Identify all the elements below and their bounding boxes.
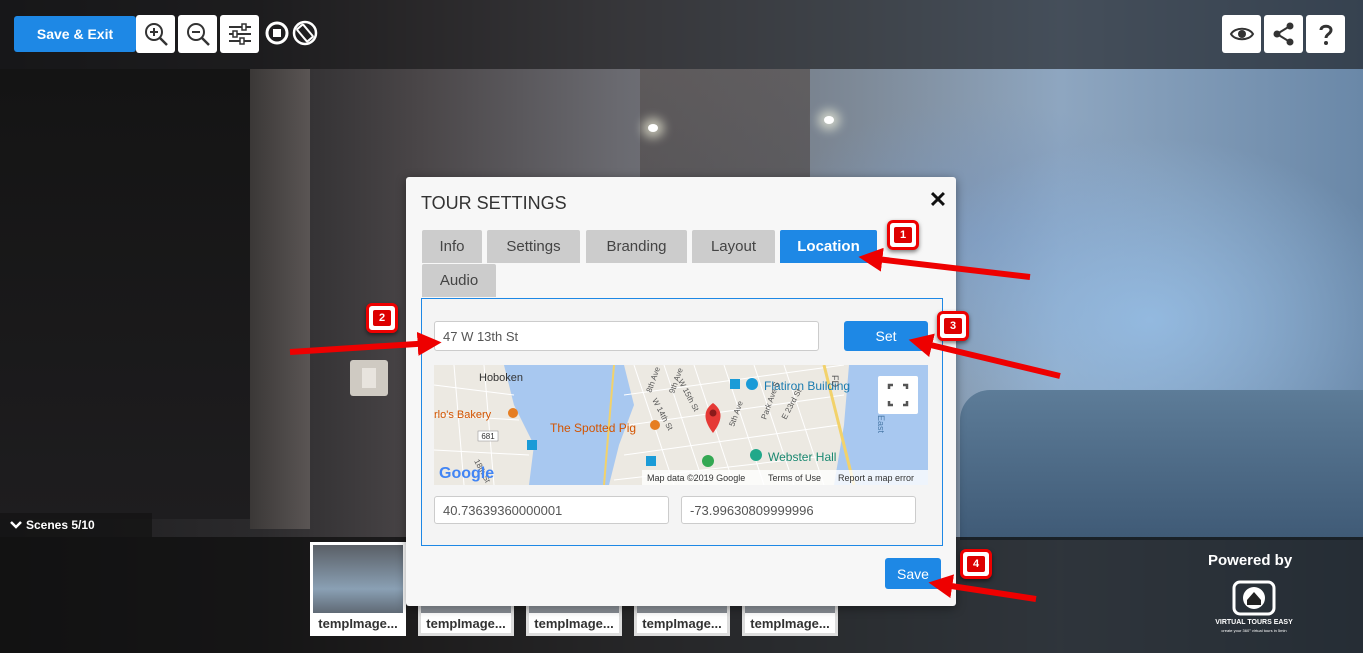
zoom-in-button[interactable] (136, 15, 175, 53)
rotate-icon (292, 20, 318, 46)
settings-sliders-button[interactable] (220, 15, 259, 53)
address-input[interactable] (434, 321, 819, 351)
annotation-callout-4: 4 (960, 549, 992, 579)
zoom-out-icon (186, 23, 210, 46)
map-attribution: Map data ©2019 Google (647, 473, 745, 483)
location-map[interactable]: 681 Hoboken rlo's Bakery The Spotted Pig… (434, 365, 928, 485)
tab-location[interactable]: Location (780, 230, 877, 263)
stop-icon (265, 21, 289, 45)
help-button[interactable] (1306, 15, 1345, 53)
scene-thumbnail-label: tempImage... (529, 613, 619, 633)
svg-text:VIRTUAL TOURS EASY: VIRTUAL TOURS EASY (1215, 619, 1293, 626)
map-highway-label: 681 (481, 432, 495, 441)
svg-text:create your 360° virtual tours: create your 360° virtual tours in 5min (1221, 628, 1286, 633)
tab-settings[interactable]: Settings (487, 230, 580, 263)
scene-thumbnail[interactable]: tempImage... (310, 542, 406, 636)
tour-settings-modal: TOUR SETTINGS ✕ Info Settings Branding L… (406, 177, 956, 606)
landmark-icon (750, 449, 762, 461)
tab-audio[interactable]: Audio (422, 264, 496, 297)
google-logo: Google (439, 465, 494, 482)
map-terms-link[interactable]: Terms of Use (768, 473, 821, 483)
chevron-down-icon (10, 521, 22, 529)
help-icon (1319, 24, 1333, 45)
stop-autorotate-button[interactable] (264, 20, 290, 46)
panorama-door (250, 69, 310, 529)
scenes-count: Scenes 5/10 (26, 518, 95, 532)
annotation-callout-3: 3 (937, 311, 969, 341)
ceiling-light (824, 116, 834, 124)
share-button[interactable] (1264, 15, 1303, 53)
modal-title: TOUR SETTINGS (421, 193, 567, 213)
restaurant-icon (508, 408, 518, 418)
restaurant-icon (650, 420, 660, 430)
map-canvas: 681 Hoboken rlo's Bakery The Spotted Pig… (434, 365, 928, 485)
preview-button[interactable] (1222, 15, 1261, 53)
landmark-icon (746, 378, 758, 390)
sliders-icon (228, 23, 251, 45)
scene-thumbnail-label: tempImage... (745, 613, 835, 633)
location-panel: Set 681 Hob (421, 298, 943, 546)
set-location-button[interactable]: Set (844, 321, 928, 351)
tab-layout[interactable]: Layout (692, 230, 775, 263)
panorama-wall (0, 69, 250, 519)
scene-thumbnail-label: tempImage... (421, 613, 511, 633)
zoom-in-icon (144, 23, 168, 46)
close-icon[interactable]: ✕ (928, 187, 948, 212)
transit-icon (646, 456, 656, 466)
longitude-field[interactable] (681, 496, 916, 524)
map-label-street: FD (830, 375, 840, 387)
save-exit-button[interactable]: Save & Exit (14, 16, 136, 52)
map-label-webster-hall: Webster Hall (768, 450, 836, 464)
latitude-field[interactable] (434, 496, 669, 524)
annotation-callout-2: 2 (366, 303, 398, 333)
panorama-light-switch (350, 360, 388, 396)
fullscreen-icon[interactable] (878, 376, 918, 414)
tab-branding[interactable]: Branding (586, 230, 687, 263)
tab-info[interactable]: Info (422, 230, 482, 263)
map-label-bakery: rlo's Bakery (434, 409, 492, 421)
scene-thumbnail-label: tempImage... (313, 613, 403, 633)
rotate-button[interactable] (292, 20, 318, 46)
map-label-river: East (876, 415, 886, 434)
ceiling-light (648, 124, 658, 132)
annotation-callout-1: 1 (887, 220, 919, 250)
zoom-out-button[interactable] (178, 15, 217, 53)
map-label-spotted-pig: The Spotted Pig (550, 421, 636, 435)
share-icon (1273, 22, 1293, 46)
map-label-hoboken: Hoboken (479, 372, 523, 384)
scenes-toggle[interactable]: Scenes 5/10 (0, 513, 152, 537)
scene-thumbnail-label: tempImage... (637, 613, 727, 633)
panorama-bed (960, 390, 1363, 540)
transit-icon (527, 440, 537, 450)
save-button[interactable]: Save (885, 558, 941, 589)
map-report-link[interactable]: Report a map error (838, 473, 914, 483)
eye-icon (1229, 27, 1254, 41)
transit-icon (730, 379, 740, 389)
virtual-tours-easy-logo: VIRTUAL TOURS EASY create your 360° virt… (1215, 580, 1293, 633)
powered-by-text: Powered by (1208, 552, 1293, 569)
top-toolbar: Save & Exit (0, 0, 1363, 69)
park-icon (702, 455, 714, 467)
